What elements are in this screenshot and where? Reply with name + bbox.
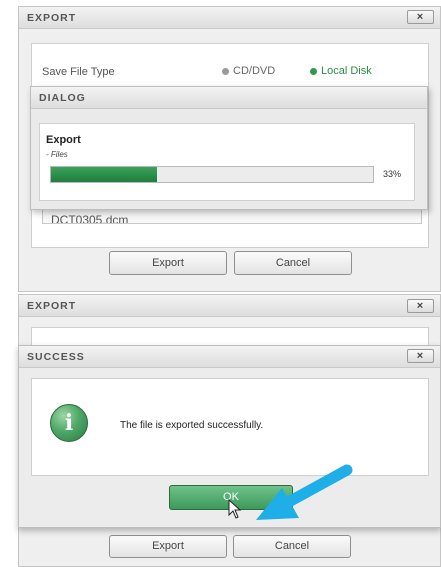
mouse-cursor-icon [228, 498, 242, 519]
arrow-icon [256, 464, 353, 520]
annotation-arrow [228, 464, 353, 520]
